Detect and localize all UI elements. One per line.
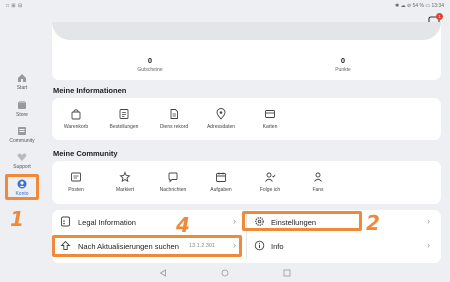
sidebar-item-store[interactable]: Store bbox=[2, 100, 42, 124]
home-nav-icon[interactable] bbox=[221, 269, 229, 277]
stat-gutscheine[interactable]: 0 Gutscheine bbox=[125, 56, 175, 73]
sidebar-item-support[interactable]: Support bbox=[2, 152, 42, 176]
check-updates-row[interactable]: Nach Aktualisierungen suchen bbox=[78, 242, 179, 251]
item-label: Folge ich bbox=[259, 187, 281, 193]
document-icon bbox=[170, 109, 178, 119]
community-item-markiert[interactable]: Markiert bbox=[102, 171, 148, 193]
heart-icon bbox=[17, 153, 27, 161]
info-item-warenkorb[interactable]: Warenkorb bbox=[53, 108, 99, 130]
card-header-fade bbox=[52, 22, 441, 40]
info-icon bbox=[254, 240, 265, 251]
einstellungen-chevron-icon: › bbox=[427, 216, 430, 226]
update-chevron-icon: › bbox=[233, 240, 236, 250]
info-item-bestellungen[interactable]: Bestellungen bbox=[101, 108, 147, 130]
fans-icon bbox=[314, 172, 322, 182]
stats-card bbox=[52, 22, 441, 80]
legal-icon bbox=[61, 216, 70, 227]
status-bar: □ ⊞ ⊟ ✱ ☁ ⊘ 54 % ▭ 13:34 bbox=[0, 0, 450, 12]
item-label: Nachrichten bbox=[159, 187, 187, 193]
gear-icon bbox=[255, 217, 264, 226]
calendar-icon bbox=[216, 172, 226, 182]
info-item-karten[interactable]: Karten bbox=[247, 108, 293, 130]
section-title-informationen: Meine Informationen bbox=[53, 86, 127, 95]
home-icon bbox=[18, 74, 26, 82]
community-item-aufgaben[interactable]: Aufgaben bbox=[198, 171, 244, 193]
stat-punkte[interactable]: 0 Punkte bbox=[318, 56, 368, 73]
account-icon bbox=[17, 179, 27, 189]
item-label: Bestellungen bbox=[109, 124, 139, 130]
back-icon[interactable] bbox=[159, 269, 167, 277]
item-label: Adressdaten bbox=[206, 124, 236, 130]
item-label: Warenkorb bbox=[63, 124, 89, 130]
annotation-number-1: 1 bbox=[10, 207, 24, 231]
message-icon bbox=[168, 172, 178, 183]
community-item-fans[interactable]: Fans bbox=[295, 171, 341, 193]
star-icon bbox=[119, 171, 131, 183]
sidebar-item-start[interactable]: Start bbox=[2, 73, 42, 97]
sidebar-item-label: Start bbox=[16, 85, 28, 91]
info-row[interactable]: Info bbox=[271, 242, 284, 251]
item-label: Aufgaben bbox=[210, 187, 232, 193]
sidebar-item-konto[interactable]: Konto bbox=[2, 179, 42, 203]
community-item-nachrichten[interactable]: Nachrichten bbox=[150, 171, 196, 193]
bag-icon bbox=[71, 109, 81, 120]
info-item-diens-rekord[interactable]: Diens rekord bbox=[151, 108, 197, 130]
item-label: Posten bbox=[68, 187, 84, 193]
sidebar-item-label: Konto bbox=[15, 191, 29, 197]
annotation-number-2: 2 bbox=[366, 211, 380, 235]
sidebar-item-community[interactable]: Community bbox=[2, 126, 42, 150]
status-left: □ ⊞ ⊟ bbox=[6, 3, 23, 9]
legal-chevron-icon: › bbox=[233, 216, 236, 226]
stat-value: 0 bbox=[147, 56, 153, 65]
community-item-posten[interactable]: Posten bbox=[53, 171, 99, 193]
sidebar-item-label: Community bbox=[9, 138, 35, 144]
sidebar-item-label: Store bbox=[16, 112, 28, 118]
system-nav-bar bbox=[0, 264, 450, 282]
item-label: Karten bbox=[262, 124, 278, 130]
community-item-folge-ich[interactable]: Folge ich bbox=[247, 171, 293, 193]
item-label: Fans bbox=[312, 187, 324, 193]
status-right: ✱ ☁ ⊘ 54 % ▭ 13:34 bbox=[395, 3, 444, 9]
info-item-adressdaten[interactable]: Adressdaten bbox=[198, 108, 244, 130]
stat-label: Punkte bbox=[335, 67, 351, 73]
sidebar-item-label: Support bbox=[13, 164, 31, 170]
item-label: Diens rekord bbox=[159, 124, 189, 130]
community-icon bbox=[18, 127, 26, 135]
location-icon bbox=[216, 108, 226, 120]
einstellungen-row[interactable]: Einstellungen bbox=[271, 218, 316, 227]
store-icon bbox=[18, 101, 26, 109]
version-text: 13.1.2.301 bbox=[189, 243, 215, 249]
stat-label: Gutscheine bbox=[137, 67, 163, 73]
chat-badge: 1 bbox=[436, 13, 443, 20]
stat-value: 0 bbox=[340, 56, 346, 65]
upload-arrow-icon bbox=[60, 240, 71, 250]
annotation-number-4: 4 bbox=[176, 213, 190, 237]
section-title-community: Meine Community bbox=[53, 149, 118, 158]
order-icon bbox=[119, 109, 129, 119]
recents-icon[interactable] bbox=[283, 269, 291, 277]
post-icon bbox=[71, 172, 81, 182]
card-icon bbox=[265, 110, 275, 118]
item-label: Markiert bbox=[115, 187, 135, 193]
info-chevron-icon: › bbox=[427, 240, 430, 250]
legal-information-row[interactable]: Legal Information bbox=[78, 218, 136, 227]
follow-icon bbox=[265, 172, 276, 182]
